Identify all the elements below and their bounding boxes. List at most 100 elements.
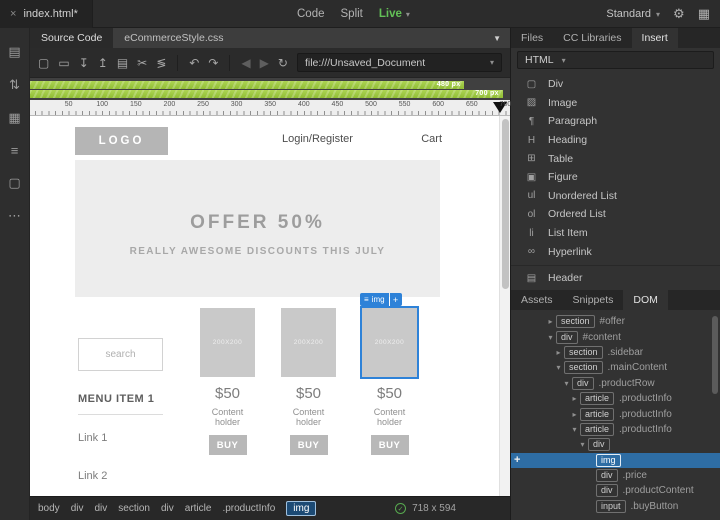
workspace-switcher[interactable]: Standard ▾	[606, 8, 660, 20]
dom-node-section-maincontent[interactable]: ▾ section .mainContent	[511, 360, 720, 375]
site-logo[interactable]: LOGO	[75, 127, 168, 155]
product-image-placeholder[interactable]: 200X200	[362, 308, 417, 377]
related-file-tab-source-code[interactable]: Source Code	[30, 28, 114, 48]
chevron-down-icon[interactable]: ▾	[545, 333, 556, 342]
nav-link-login-register[interactable]: Login/Register	[282, 133, 353, 145]
chevron-down-icon[interactable]: ▾	[553, 363, 564, 372]
tab-insert[interactable]: Insert	[631, 28, 678, 48]
view-mode-live[interactable]: Live ▾	[379, 8, 410, 20]
dom-node-div-content[interactable]: ▾ div #content	[511, 329, 720, 344]
undo-icon[interactable]: ↶	[189, 56, 199, 70]
dom-node-div[interactable]: ▾ div	[511, 437, 720, 452]
dom-node-section-offer[interactable]: ▸ section #offer	[511, 314, 720, 329]
search-input[interactable]	[78, 338, 163, 371]
insert-item-unordered-list[interactable]: ul Unordered List	[511, 187, 720, 206]
insert-item-header[interactable]: ▤ Header	[511, 269, 720, 288]
insert-item-hyperlink[interactable]: ∞ Hyperlink	[511, 242, 720, 261]
product-image-placeholder[interactable]: 200X200	[200, 308, 255, 377]
insert-item-paragraph[interactable]: ¶ Paragraph	[511, 112, 720, 131]
dom-node-article-productinfo[interactable]: ▸ article .productInfo	[511, 406, 720, 421]
document-size[interactable]: 718 x 594	[412, 503, 456, 514]
insert-item-figure[interactable]: ▣ Figure	[511, 168, 720, 187]
address-bar[interactable]: file:///Unsaved_Document ▾	[296, 53, 502, 72]
open-file-icon[interactable]: ▭	[58, 56, 69, 70]
filter-icon[interactable]: ▼	[484, 28, 510, 48]
tab-snippets[interactable]: Snippets	[563, 290, 624, 310]
canvas-scrollbar[interactable]	[499, 116, 510, 496]
tag-selector-productinfo[interactable]: .productInfo	[222, 503, 275, 514]
media-query-bar[interactable]: 480 px	[30, 81, 465, 89]
chevron-right-icon[interactable]: ▸	[569, 394, 580, 403]
chevron-right-icon[interactable]: ▸	[553, 348, 564, 357]
redo-icon[interactable]: ↷	[208, 56, 218, 70]
tag-selector-body[interactable]: body	[38, 503, 60, 514]
view-mode-code[interactable]: Code	[297, 8, 325, 20]
dom-node-article-productinfo[interactable]: ▾ article .productInfo	[511, 422, 720, 437]
tab-files[interactable]: Files	[511, 28, 553, 48]
insert-item-heading[interactable]: H Heading	[511, 131, 720, 150]
layout-grid-icon[interactable]: ▦	[698, 6, 710, 22]
dom-node-div-productcontent[interactable]: div .productContent	[511, 483, 720, 498]
dom-node-article-productinfo[interactable]: ▸ article .productInfo	[511, 391, 720, 406]
nav-link-cart[interactable]: Cart	[421, 133, 442, 145]
chevron-down-icon[interactable]: ▾	[577, 440, 588, 449]
dom-panel-icon[interactable]: ▢	[8, 175, 20, 191]
more-panels-icon[interactable]: ⋯	[8, 208, 21, 224]
scrollbar-thumb[interactable]	[502, 119, 509, 289]
refresh-icon[interactable]: ↻	[278, 56, 288, 70]
tag-selector-div[interactable]: div	[71, 503, 84, 514]
element-display-tag[interactable]: ≡ img	[360, 293, 389, 306]
buy-button[interactable]: BUY	[289, 435, 328, 455]
dom-node-input-buybutton[interactable]: input .buyButton	[511, 499, 720, 514]
buy-button[interactable]: BUY	[208, 435, 247, 455]
buy-button[interactable]: BUY	[370, 435, 409, 455]
view-mode-split[interactable]: Split	[341, 8, 363, 20]
code-tools-icon[interactable]: ≶	[156, 56, 166, 70]
related-file-tab-ecommercestyle-css[interactable]: eCommerceStyle.css	[113, 28, 234, 48]
insert-item-table[interactable]: ⊞ Table	[511, 149, 720, 168]
close-icon[interactable]: ×	[10, 8, 16, 20]
tag-selector-div[interactable]: div	[161, 503, 174, 514]
tag-selector-section[interactable]: section	[118, 503, 150, 514]
save-icon[interactable]: ↧	[79, 56, 89, 70]
cut-icon[interactable]: ✂	[137, 56, 147, 70]
chevron-down-icon[interactable]: ▾	[490, 58, 494, 67]
tag-selector-img[interactable]: img	[286, 501, 317, 516]
back-icon[interactable]: ◀	[241, 56, 250, 70]
chevron-right-icon[interactable]: ▸	[545, 317, 556, 326]
menu-link-link-2[interactable]: Link 2	[78, 470, 163, 482]
add-element-icon[interactable]: +	[389, 293, 402, 306]
dom-node-img[interactable]: img +	[511, 452, 720, 468]
upload-icon[interactable]: ↥	[98, 56, 108, 70]
tab-assets[interactable]: Assets	[511, 290, 563, 310]
design-view[interactable]: LOGO Login/Register Cart OFFER 50% REALLY…	[30, 116, 510, 496]
tab-dom[interactable]: DOM	[623, 290, 668, 310]
hero-section[interactable]: OFFER 50% REALLY AWESOME DISCOUNTS THIS …	[75, 160, 440, 297]
media-query-bar[interactable]: 700 px	[30, 90, 503, 98]
print-icon[interactable]: ▤	[117, 56, 128, 70]
dom-node-div-productrow[interactable]: ▾ div .productRow	[511, 376, 720, 391]
cc-libraries-icon[interactable]: ▦	[8, 110, 20, 126]
forward-icon[interactable]: ▶	[260, 56, 269, 70]
insert-item-image[interactable]: ▨ Image	[511, 94, 720, 113]
dom-node-div-price[interactable]: div .price	[511, 468, 720, 483]
hamburger-icon[interactable]: ≡	[364, 295, 369, 304]
new-file-icon[interactable]: ▢	[38, 56, 49, 70]
document-tab[interactable]: × index.html*	[0, 0, 93, 28]
gear-icon[interactable]: ⚙	[673, 6, 685, 22]
css-designer-icon[interactable]: ⇅	[9, 77, 20, 93]
files-panel-icon[interactable]: ▤	[8, 44, 20, 60]
insert-item-ordered-list[interactable]: ol Ordered List	[511, 205, 720, 224]
chevron-down-icon[interactable]: ▾	[569, 425, 580, 434]
snippets-icon[interactable]: ≡	[11, 143, 19, 158]
add-element-icon[interactable]: +	[514, 454, 520, 466]
tag-selector-div[interactable]: div	[94, 503, 107, 514]
chevron-right-icon[interactable]: ▸	[569, 410, 580, 419]
tab-cc-libraries[interactable]: CC Libraries	[553, 28, 631, 48]
product-image-placeholder[interactable]: 200X200	[281, 308, 336, 377]
no-errors-icon[interactable]: ✓	[395, 503, 407, 514]
insert-category-dropdown[interactable]: HTML ▾	[517, 51, 714, 69]
insert-item-list-item[interactable]: li List Item	[511, 224, 720, 243]
chevron-down-icon[interactable]: ▾	[561, 379, 572, 388]
menu-link-link-1[interactable]: Link 1	[78, 432, 163, 444]
